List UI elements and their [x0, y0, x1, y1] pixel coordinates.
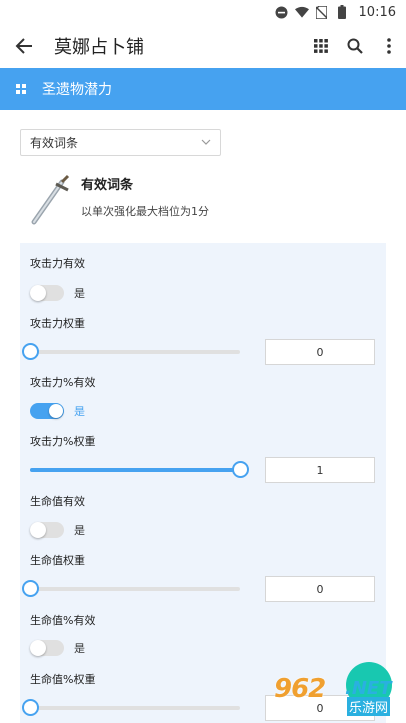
- setting-label: 攻击力%有效: [30, 376, 96, 389]
- chevron-down-icon: [201, 139, 211, 145]
- mode-info: 有效词条 以单次强化最大档位为1分: [22, 170, 382, 230]
- app-title: 莫娜占卜铺: [54, 37, 144, 58]
- atk-pct-weight-slider[interactable]: [30, 461, 249, 478]
- section-header: 圣遗物潜力: [0, 68, 406, 110]
- arrow-back-icon: [15, 38, 32, 54]
- atk-pct-weight-input[interactable]: 1: [265, 457, 375, 483]
- grid-icon: [314, 39, 328, 53]
- slider-thumb[interactable]: [22, 580, 39, 597]
- hp-pct-weight-slider[interactable]: [22, 699, 240, 716]
- setting-label: 攻击力有效: [30, 257, 85, 270]
- mode-title: 有效词条: [81, 178, 134, 193]
- setting-label: 攻击力%权重: [30, 435, 96, 448]
- toggle-label: 是: [74, 287, 85, 300]
- hp-pct-valid-toggle[interactable]: [30, 640, 64, 656]
- search-icon: [347, 38, 363, 54]
- atk-pct-valid-toggle[interactable]: [30, 403, 64, 419]
- setting-label: 生命值%权重: [30, 673, 96, 686]
- stat-mode-select[interactable]: 有效词条: [20, 129, 221, 156]
- more-button[interactable]: [372, 24, 406, 68]
- stat-mode-value: 有效词条: [30, 136, 79, 150]
- do-not-disturb-icon: [275, 5, 289, 19]
- atk-valid-toggle[interactable]: [30, 285, 64, 301]
- slider-thumb[interactable]: [22, 343, 39, 360]
- setting-label: 生命值%有效: [30, 614, 96, 627]
- toggle-label: 是: [74, 524, 85, 537]
- app-bar: 莫娜占卜铺: [0, 24, 406, 68]
- slider-thumb[interactable]: [22, 699, 39, 716]
- wifi-icon: [294, 5, 309, 19]
- battery-icon: [335, 5, 349, 19]
- back-button[interactable]: [0, 24, 48, 68]
- watermark-logo: 962: [274, 674, 326, 704]
- setting-label: 生命值有效: [30, 495, 85, 508]
- watermark-net: .NET: [345, 678, 392, 699]
- setting-label: 攻击力权重: [30, 317, 85, 330]
- sword-icon: [31, 174, 70, 225]
- search-button[interactable]: [338, 24, 372, 68]
- atk-weight-input[interactable]: 0: [265, 339, 375, 365]
- toggle-label: 是: [74, 405, 85, 418]
- hp-valid-toggle[interactable]: [30, 522, 64, 538]
- status-time: 10:16: [358, 4, 396, 20]
- status-bar: 10:16: [0, 0, 406, 24]
- toggle-label: 是: [74, 642, 85, 655]
- no-sim-icon: [315, 5, 329, 19]
- setting-label: 生命值权重: [30, 554, 85, 567]
- section-title: 圣遗物潜力: [42, 82, 112, 98]
- settings-panel: 攻击力有效 是 攻击力权重 0 攻击力%有效 是 攻击力%权重 1 生命值有效 …: [20, 243, 386, 723]
- atk-weight-slider[interactable]: [22, 343, 240, 360]
- grid-button[interactable]: [304, 24, 338, 68]
- section-grid-icon: [0, 84, 42, 94]
- hp-weight-input[interactable]: 0: [265, 576, 375, 602]
- watermark-site: 乐游网: [347, 697, 391, 716]
- mode-description: 以单次强化最大档位为1分: [81, 205, 209, 218]
- more-vert-icon: [387, 38, 391, 54]
- hp-weight-slider[interactable]: [22, 580, 240, 597]
- slider-thumb[interactable]: [232, 461, 249, 478]
